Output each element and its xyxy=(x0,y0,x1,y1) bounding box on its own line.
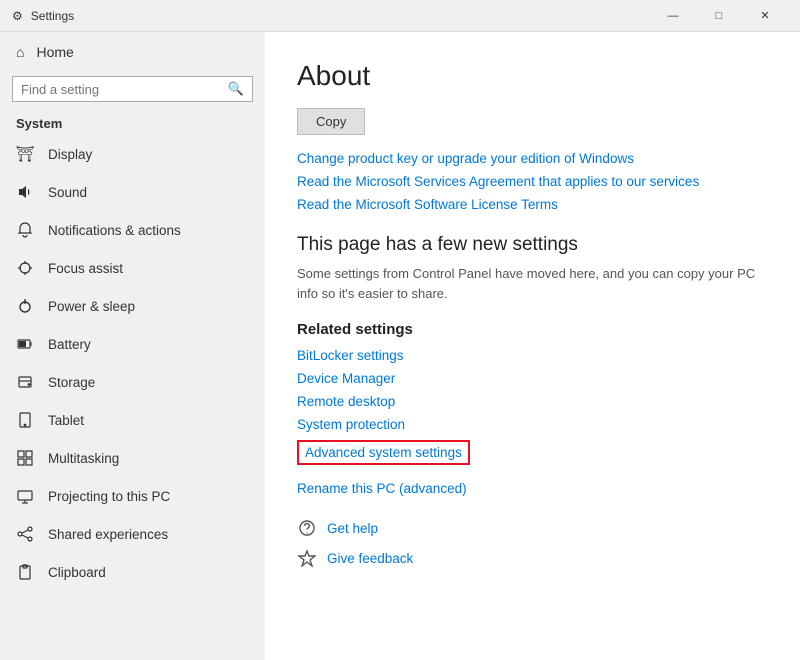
sidebar-item-label: Tablet xyxy=(48,413,84,428)
projecting-icon xyxy=(16,487,34,505)
content-area: About Copy Change product key or upgrade… xyxy=(265,32,800,660)
sidebar-item-label: Notifications & actions xyxy=(48,223,181,238)
sidebar-item-label: Multitasking xyxy=(48,451,119,466)
title-bar-left: ⚙ Settings xyxy=(12,9,74,23)
display-icon: ⛩ xyxy=(16,145,34,163)
power-icon xyxy=(16,297,34,315)
new-settings-desc: Some settings from Control Panel have mo… xyxy=(297,264,768,303)
bitlocker-link[interactable]: BitLocker settings xyxy=(297,348,768,363)
get-help-icon xyxy=(297,518,317,538)
advanced-system-settings-link[interactable]: Advanced system settings xyxy=(297,440,470,465)
help-section: Get help Give feedback xyxy=(297,518,768,568)
give-feedback-item[interactable]: Give feedback xyxy=(297,548,768,568)
clipboard-icon xyxy=(16,563,34,581)
shared-icon xyxy=(16,525,34,543)
minimize-button[interactable]: — xyxy=(650,0,696,32)
notifications-icon xyxy=(16,221,34,239)
search-box[interactable]: 🔍 xyxy=(12,76,253,102)
focus-icon xyxy=(16,259,34,277)
sidebar-item-clipboard[interactable]: Clipboard xyxy=(0,553,265,591)
software-license-link[interactable]: Read the Microsoft Software License Term… xyxy=(297,197,768,212)
give-feedback-label: Give feedback xyxy=(327,551,413,566)
sidebar-item-label: Shared experiences xyxy=(48,527,168,542)
sidebar-item-label: Sound xyxy=(48,185,87,200)
remote-desktop-link[interactable]: Remote desktop xyxy=(297,394,768,409)
tablet-icon xyxy=(16,411,34,429)
sidebar-item-battery[interactable]: Battery xyxy=(0,325,265,363)
sidebar-item-storage[interactable]: Storage xyxy=(0,363,265,401)
settings-icon: ⚙ xyxy=(12,9,23,23)
home-icon: ⌂ xyxy=(16,44,24,60)
multitasking-icon xyxy=(16,449,34,467)
related-settings-heading: Related settings xyxy=(297,321,768,338)
rename-pc-link[interactable]: Rename this PC (advanced) xyxy=(297,481,768,496)
sidebar-item-tablet[interactable]: Tablet xyxy=(0,401,265,439)
title-bar-label: Settings xyxy=(31,9,74,23)
device-manager-link[interactable]: Device Manager xyxy=(297,371,768,386)
sidebar-item-label: Focus assist xyxy=(48,261,123,276)
get-help-label: Get help xyxy=(327,521,378,536)
search-icon: 🔍 xyxy=(228,81,244,97)
sidebar-section-title: System xyxy=(0,110,265,135)
sidebar-item-power[interactable]: Power & sleep xyxy=(0,287,265,325)
sidebar-item-projecting[interactable]: Projecting to this PC xyxy=(0,477,265,515)
sidebar-item-shared[interactable]: Shared experiences xyxy=(0,515,265,553)
page-title: About xyxy=(297,60,768,92)
sidebar-item-multitasking[interactable]: Multitasking xyxy=(0,439,265,477)
maximize-button[interactable]: □ xyxy=(696,0,742,32)
give-feedback-icon xyxy=(297,548,317,568)
close-button[interactable]: ✕ xyxy=(742,0,788,32)
title-bar: ⚙ Settings — □ ✕ xyxy=(0,0,800,32)
sidebar-item-label: Display xyxy=(48,147,92,162)
sidebar-item-label: Clipboard xyxy=(48,565,106,580)
system-protection-link[interactable]: System protection xyxy=(297,417,768,432)
sidebar-item-home[interactable]: ⌂ Home xyxy=(0,32,265,72)
sidebar-item-label: Storage xyxy=(48,375,95,390)
title-bar-controls: — □ ✕ xyxy=(650,0,788,32)
microsoft-services-link[interactable]: Read the Microsoft Services Agreement th… xyxy=(297,174,768,189)
sidebar-item-focus[interactable]: Focus assist xyxy=(0,249,265,287)
sidebar-item-label: Projecting to this PC xyxy=(48,489,170,504)
sound-icon xyxy=(16,183,34,201)
sidebar-item-label: Battery xyxy=(48,337,91,352)
sidebar: ⌂ Home 🔍 System ⛩ Display Sound xyxy=(0,32,265,660)
new-settings-heading: This page has a few new settings xyxy=(297,234,768,256)
battery-icon xyxy=(16,335,34,353)
copy-button[interactable]: Copy xyxy=(297,108,365,135)
sidebar-item-sound[interactable]: Sound xyxy=(0,173,265,211)
home-label: Home xyxy=(36,44,73,60)
sidebar-item-label: Power & sleep xyxy=(48,299,135,314)
sidebar-item-notifications[interactable]: Notifications & actions xyxy=(0,211,265,249)
main-layout: ⌂ Home 🔍 System ⛩ Display Sound xyxy=(0,32,800,660)
search-input[interactable] xyxy=(21,82,222,97)
get-help-item[interactable]: Get help xyxy=(297,518,768,538)
sidebar-item-display[interactable]: ⛩ Display xyxy=(0,135,265,173)
change-product-key-link[interactable]: Change product key or upgrade your editi… xyxy=(297,151,768,166)
storage-icon xyxy=(16,373,34,391)
